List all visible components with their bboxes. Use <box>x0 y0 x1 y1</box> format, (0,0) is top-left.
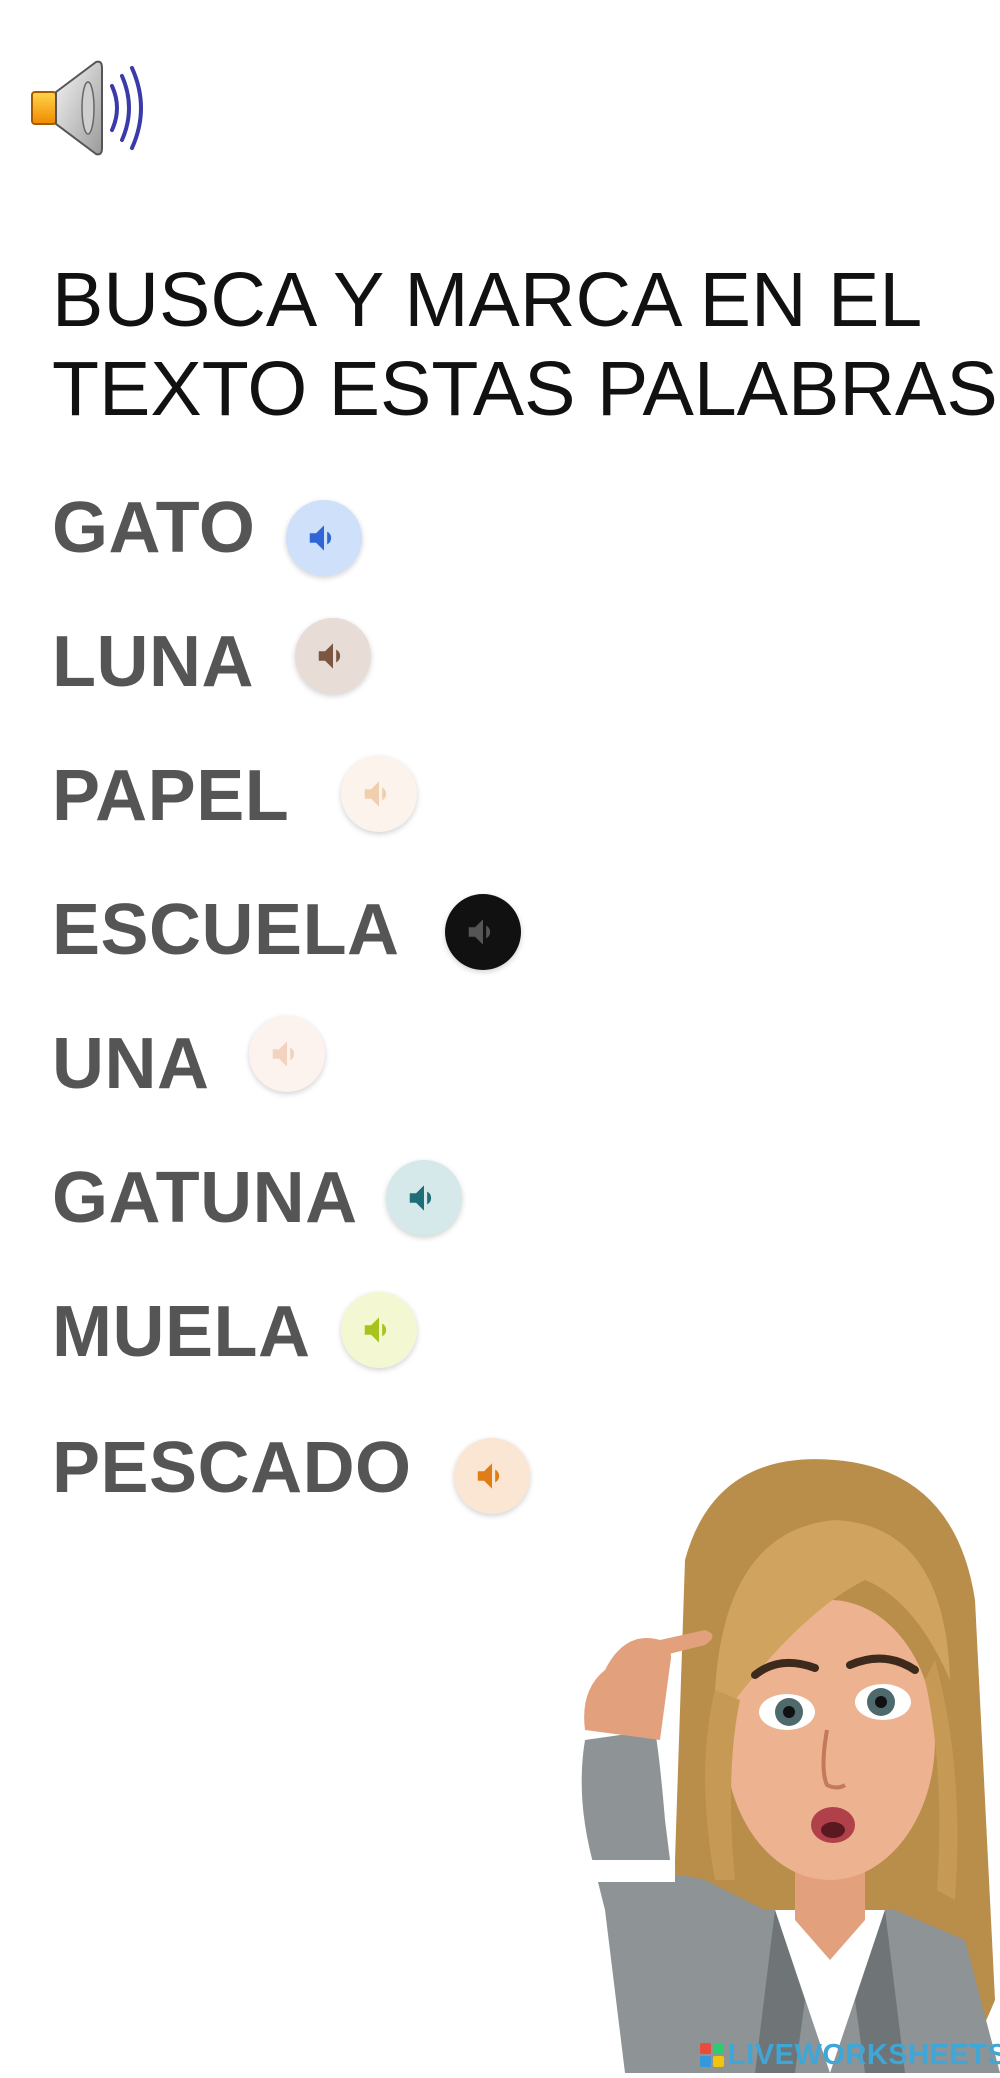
word-row-gato: GATO <box>52 478 255 578</box>
audio-button-luna[interactable] <box>295 618 371 694</box>
brand-text: LIVEWORKSHEETS <box>728 2038 1000 2071</box>
word-label: UNA <box>52 1024 210 1104</box>
speaker-icon <box>31 60 143 156</box>
word-row-escuela: ESCUELA <box>52 880 400 980</box>
audio-button-pescado[interactable] <box>454 1438 530 1514</box>
instruction-line-2: TEXTO ESTAS PALABRAS: <box>52 346 1000 432</box>
word-label: PAPEL <box>52 756 290 836</box>
audio-button-una[interactable] <box>249 1016 325 1092</box>
word-row-luna: LUNA <box>52 612 254 712</box>
word-label: ESCUELA <box>52 890 400 970</box>
volume-icon <box>468 919 491 945</box>
volume-icon <box>272 1041 295 1067</box>
volume-icon <box>477 1463 500 1489</box>
instruction-heading: BUSCA Y MARCA EN EL TEXTO ESTAS PALABRAS… <box>52 256 1000 434</box>
word-label: GATUNA <box>52 1158 358 1238</box>
volume-icon <box>364 781 387 807</box>
word-row-pescado: PESCADO <box>52 1418 412 1518</box>
volume-icon <box>309 525 332 551</box>
word-row-muela: MUELA <box>52 1282 310 1382</box>
word-row-una: UNA <box>52 1014 210 1114</box>
volume-icon <box>318 643 341 669</box>
word-label: LUNA <box>52 622 254 702</box>
liveworksheets-brand: LIVEWORKSHEETS <box>700 2038 1000 2071</box>
liveworksheets-logo-icon <box>700 2043 724 2067</box>
word-row-gatuna: GATUNA <box>52 1148 358 1248</box>
thinking-avatar-image <box>565 1440 1000 2073</box>
word-label: PESCADO <box>52 1428 412 1508</box>
audio-button-gato[interactable] <box>286 500 362 576</box>
main-speaker-button[interactable] <box>30 56 145 160</box>
audio-button-escuela[interactable] <box>445 894 521 970</box>
audio-button-gatuna[interactable] <box>386 1160 462 1236</box>
word-label: MUELA <box>52 1292 311 1372</box>
instruction-line-1: BUSCA Y MARCA EN EL <box>52 257 923 343</box>
volume-icon <box>364 1317 387 1343</box>
word-label: GATO <box>52 488 256 568</box>
audio-button-muela[interactable] <box>341 1292 417 1368</box>
volume-icon <box>409 1185 432 1211</box>
audio-button-papel[interactable] <box>341 756 417 832</box>
word-row-papel: PAPEL <box>52 746 289 846</box>
